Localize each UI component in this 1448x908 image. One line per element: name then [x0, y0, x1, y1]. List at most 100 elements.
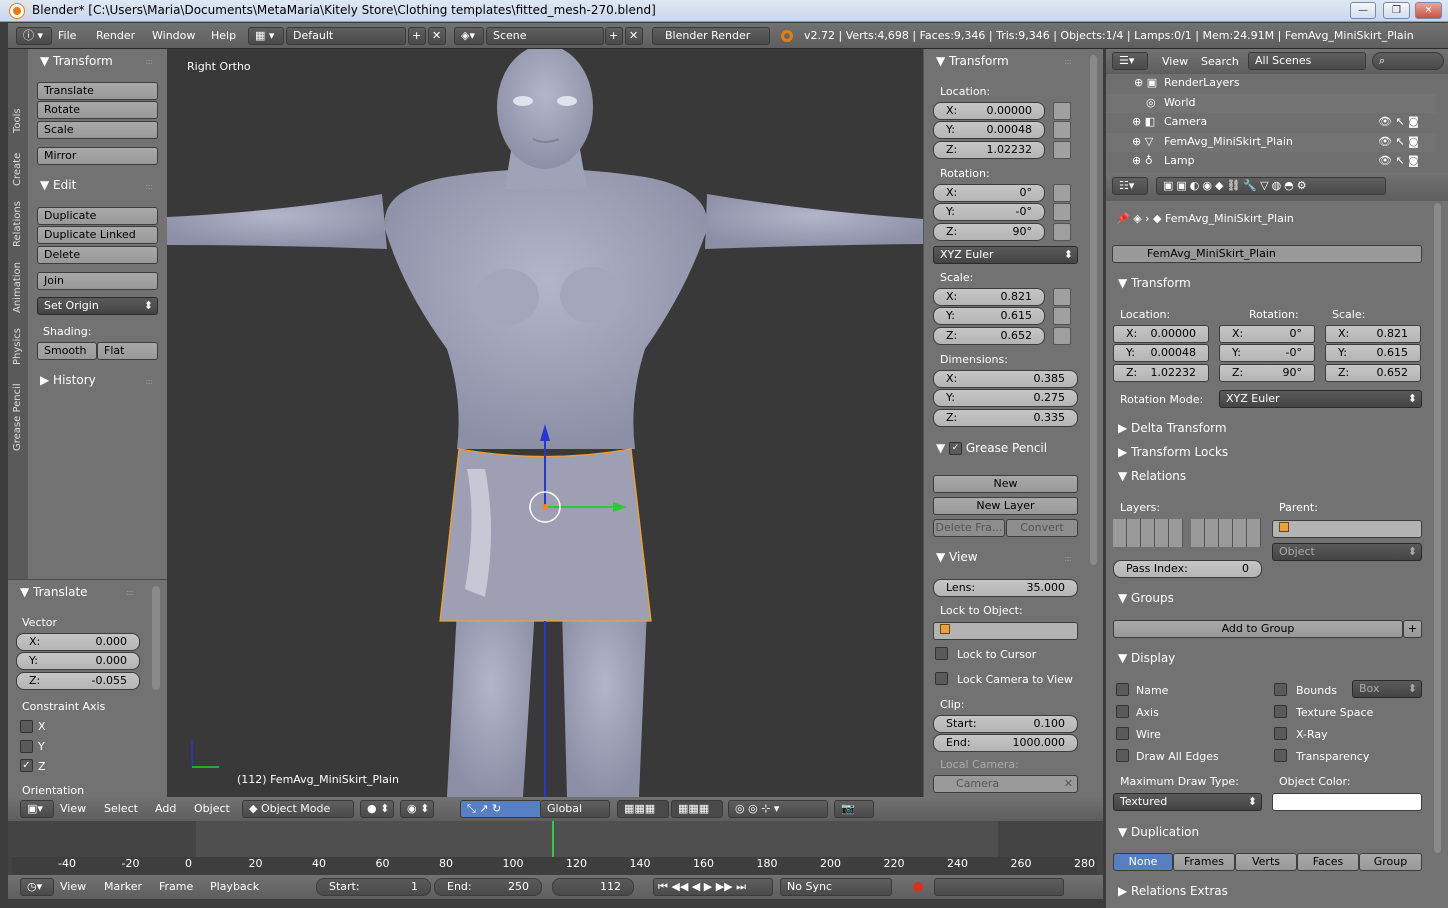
operator-y-field[interactable]: Y: 0.000	[16, 652, 140, 670]
parent-type-select[interactable]: Object ⬍	[1272, 543, 1422, 561]
clip-end-field[interactable]: End: 1000.000	[933, 734, 1078, 752]
constraint-y-checkbox[interactable]	[20, 740, 33, 753]
menu-file[interactable]: File	[58, 29, 76, 42]
lens-field[interactable]: Lens: 35.000	[933, 579, 1078, 597]
editor-type-button[interactable]: ☷▾	[1112, 177, 1148, 195]
constraint-z-checkbox[interactable]: ✓	[20, 759, 33, 772]
scene-select[interactable]: Scene	[486, 27, 604, 45]
minimize-button[interactable]: —	[1350, 2, 1376, 19]
lock-icon[interactable]	[1053, 327, 1071, 345]
layers-grid[interactable]: ▦▦▦	[617, 800, 669, 818]
menu-view[interactable]: View	[60, 880, 86, 893]
display-all-edges-checkbox[interactable]	[1116, 749, 1129, 762]
props-rotation-mode[interactable]: XYZ Euler ⬍	[1219, 390, 1422, 408]
context-tabs[interactable]: ▣▣◐◉◆⛓🔧▽◍◓⚙	[1156, 177, 1386, 195]
dup-frames-button[interactable]: Frames	[1173, 853, 1235, 871]
layers-grid[interactable]	[1191, 519, 1261, 547]
np-rot-z[interactable]: Z: 90°	[933, 223, 1045, 241]
grease-pencil-checkbox[interactable]: ✓	[949, 442, 963, 455]
snap-toggle[interactable]: ◎ ◎ ⊹ ▾	[728, 800, 828, 818]
render-preview-button[interactable]: 📷	[834, 800, 874, 818]
np-scale-y[interactable]: Y: 0.615	[933, 307, 1045, 325]
tab-create[interactable]: Create	[12, 153, 23, 186]
close-button[interactable]: ✕	[1415, 2, 1442, 19]
mirror-button[interactable]: Mirror	[37, 147, 158, 165]
edit-section-header[interactable]: ▼ Edit	[40, 178, 76, 192]
clip-start-field[interactable]: Start: 0.100	[933, 715, 1078, 733]
outliner-view-menu[interactable]: View	[1162, 55, 1188, 68]
editor-type-button[interactable]: ☰▾	[1112, 52, 1148, 70]
dup-group-button[interactable]: Group	[1359, 853, 1422, 871]
lock-icon[interactable]	[1053, 184, 1071, 202]
props-loc-x[interactable]: X: 0.00000	[1113, 325, 1209, 343]
outliner-row[interactable]: ⊕ ♁ Lamp 👁 ↖ ◙	[1106, 152, 1436, 171]
display-header[interactable]: ▼ Display	[1118, 651, 1175, 665]
lock-icon[interactable]	[1053, 141, 1071, 159]
props-scrollbar[interactable]	[1434, 203, 1441, 853]
constraint-x-checkbox[interactable]	[20, 720, 33, 733]
mode-select[interactable]: ◆ Object Mode	[242, 800, 354, 818]
lock-camera-checkbox[interactable]	[935, 672, 948, 685]
display-xray-checkbox[interactable]	[1274, 727, 1287, 740]
np-loc-x[interactable]: X: 0.00000	[933, 102, 1045, 120]
view-section-header[interactable]: ▼ View	[936, 550, 978, 564]
grease-pencil-header[interactable]: ▼ ✓ Grease Pencil	[936, 441, 1047, 455]
np-loc-y[interactable]: Y: 0.00048	[933, 121, 1045, 139]
np-dim-x[interactable]: X: 0.385	[933, 370, 1078, 388]
max-draw-type-select[interactable]: Textured ⬍	[1113, 793, 1262, 811]
outliner-search-input[interactable]: ⌕	[1372, 52, 1444, 70]
pass-index-field[interactable]: Pass Index: 0	[1113, 560, 1262, 578]
props-scale-z[interactable]: Z: 0.652	[1325, 364, 1421, 382]
operator-x-field[interactable]: X: 0.000	[16, 633, 140, 651]
tab-physics[interactable]: Physics	[12, 328, 23, 365]
outliner-row[interactable]: ◎ World	[1106, 94, 1436, 113]
shading-select[interactable]: ● ⬍	[360, 800, 394, 818]
np-scale-z[interactable]: Z: 0.652	[933, 327, 1045, 345]
menu-window[interactable]: Window	[152, 29, 195, 42]
end-frame-field[interactable]: End: 250	[434, 878, 542, 896]
tab-relations[interactable]: Relations	[12, 201, 23, 247]
lock-icon[interactable]	[1053, 223, 1071, 241]
smooth-button[interactable]: Smooth	[37, 342, 97, 360]
display-bounds-checkbox[interactable]	[1274, 683, 1287, 696]
timeline[interactable]	[8, 821, 1103, 875]
display-transparency-checkbox[interactable]	[1274, 749, 1287, 762]
local-camera-field[interactable]: Camera ✕	[933, 775, 1078, 793]
add-to-group-button[interactable]: Add to Group	[1113, 620, 1403, 638]
gp-new-button[interactable]: New	[933, 475, 1078, 493]
lock-icon[interactable]	[1053, 307, 1071, 325]
editor-type-button[interactable]: ▣▾	[20, 800, 54, 818]
outliner-row[interactable]: ⊕ ◧ Camera 👁 ↖ ◙	[1106, 113, 1436, 132]
menu-frame[interactable]: Frame	[159, 880, 193, 893]
scene-remove-button[interactable]: ✕	[625, 27, 643, 45]
display-wire-checkbox[interactable]	[1116, 727, 1129, 740]
lock-cursor-checkbox[interactable]	[935, 647, 948, 660]
gp-new-layer-button[interactable]: New Layer	[933, 497, 1078, 515]
duplicate-button[interactable]: Duplicate	[37, 207, 158, 225]
bounds-type-select[interactable]: Box ⬍	[1352, 680, 1422, 698]
layout-add-button[interactable]: +	[408, 27, 426, 45]
np-dim-y[interactable]: Y: 0.275	[933, 389, 1078, 407]
gp-convert-button[interactable]: Convert	[1006, 519, 1078, 537]
dup-faces-button[interactable]: Faces	[1297, 853, 1359, 871]
lock-object-field[interactable]	[933, 622, 1078, 640]
menu-render[interactable]: Render	[96, 29, 135, 42]
menu-view[interactable]: View	[60, 802, 86, 815]
npanel-scrollbar[interactable]	[1090, 55, 1097, 565]
display-texture-space-checkbox[interactable]	[1274, 705, 1287, 718]
menu-select[interactable]: Select	[104, 802, 138, 815]
display-mode-select[interactable]: All Scenes	[1248, 52, 1366, 70]
np-rot-y[interactable]: Y: -0°	[933, 203, 1045, 221]
layout-remove-button[interactable]: ✕	[428, 27, 446, 45]
tab-grease-pencil[interactable]: Grease Pencil	[12, 383, 23, 451]
record-icon[interactable]	[913, 882, 923, 892]
display-name-checkbox[interactable]	[1116, 683, 1129, 696]
rotate-button[interactable]: Rotate	[37, 101, 158, 119]
props-transform-header[interactable]: ▼ Transform	[1118, 276, 1191, 290]
scene-icon[interactable]: ◈▾	[454, 27, 484, 45]
parent-field[interactable]	[1272, 520, 1422, 538]
relations-header[interactable]: ▼ Relations	[1118, 469, 1186, 483]
menu-marker[interactable]: Marker	[104, 880, 142, 893]
operator-z-field[interactable]: Z: -0.055	[16, 672, 140, 690]
props-rot-z[interactable]: Z: 90°	[1219, 364, 1315, 382]
